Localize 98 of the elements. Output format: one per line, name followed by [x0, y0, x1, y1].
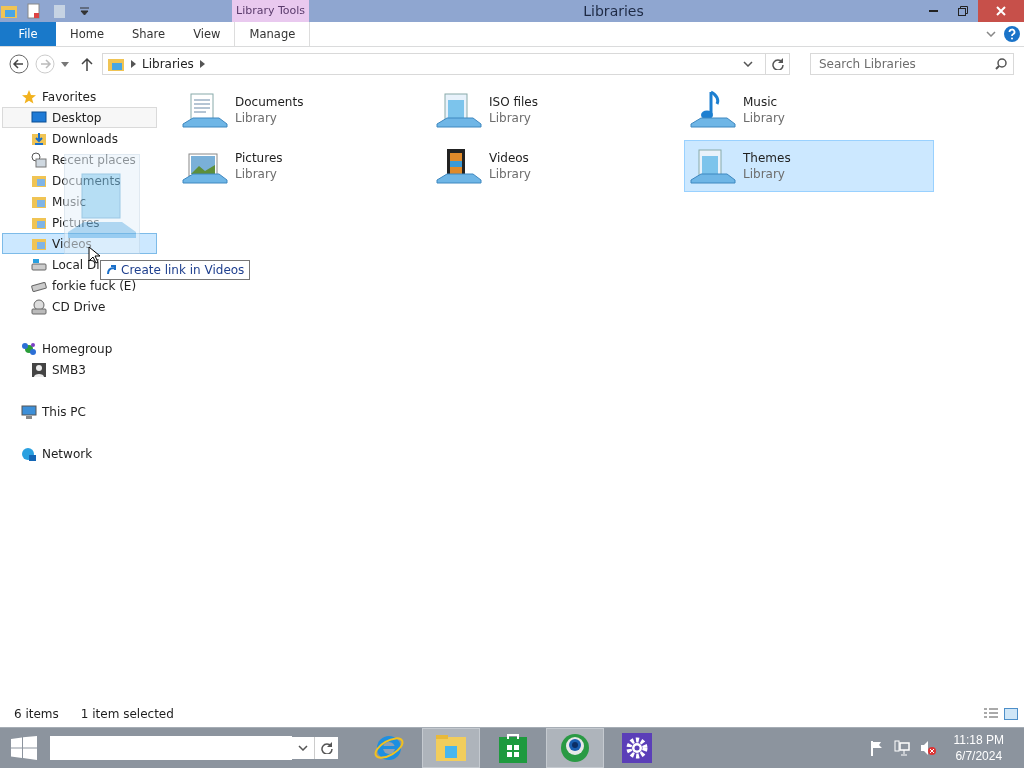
- chevron-down-icon: [743, 61, 753, 67]
- download-folder-icon: [31, 130, 47, 147]
- up-button[interactable]: [81, 57, 93, 71]
- user-icon: [31, 361, 47, 378]
- library-item[interactable]: Themes Library: [684, 140, 934, 192]
- ribbon-tab[interactable]: View: [179, 22, 235, 46]
- library-name: Pictures: [235, 151, 283, 165]
- item-count: 6 items: [14, 707, 59, 721]
- nav-item[interactable]: SMB3: [2, 359, 157, 380]
- chevron-down-icon: [986, 31, 996, 37]
- back-button[interactable]: [9, 54, 29, 74]
- search-icon: [995, 58, 1007, 70]
- library-name: Themes: [743, 151, 791, 165]
- library-icon: [689, 146, 737, 186]
- large-icons-view-icon: [1004, 708, 1018, 720]
- window-title: Libraries: [582, 2, 645, 21]
- close-button[interactable]: [978, 0, 1024, 22]
- globe-app-icon: [560, 733, 590, 763]
- nav-group[interactable]: Homegroup: [2, 338, 157, 359]
- library-item[interactable]: Documents Library: [176, 84, 426, 136]
- breadcrumb-item[interactable]: Libraries: [142, 57, 194, 71]
- video-library-icon: [435, 146, 483, 186]
- library-name: Music: [743, 95, 779, 109]
- large-icons-view-button[interactable]: [1004, 708, 1018, 720]
- nav-item[interactable]: Pictures: [2, 212, 157, 233]
- taskbar-app[interactable]: [546, 728, 604, 768]
- clock-date: 6/7/2024: [954, 748, 1004, 764]
- nav-item[interactable]: Music: [2, 191, 157, 212]
- library-type: Library: [743, 167, 786, 181]
- library-name: Videos: [489, 151, 530, 165]
- music-library-icon: [689, 90, 737, 130]
- minimize-icon: [928, 10, 938, 12]
- nav-group[interactable]: Network: [2, 443, 157, 464]
- library-item[interactable]: Pictures Library: [176, 140, 426, 192]
- nav-item[interactable]: Desktop: [2, 107, 157, 128]
- up-arrow-icon: [81, 57, 93, 71]
- store-bag-icon: [499, 733, 527, 763]
- ribbon-tab[interactable]: Home: [56, 22, 118, 46]
- network-status-icon: [893, 740, 910, 756]
- windows-logo-icon: [11, 736, 37, 760]
- document-icon: [27, 3, 41, 19]
- close-icon: [996, 6, 1006, 16]
- document-library-icon: [181, 90, 229, 130]
- settings-icon: [622, 733, 652, 763]
- dropdown-arrow-icon: [79, 7, 89, 15]
- library-item[interactable]: ISO files Library: [430, 84, 680, 136]
- details-view-button[interactable]: [984, 708, 998, 720]
- expand-ribbon-button[interactable]: [986, 31, 996, 37]
- library-name: Documents: [235, 95, 304, 109]
- refresh-icon: [771, 58, 784, 70]
- drag-tooltip: Create link in Videos: [100, 260, 251, 280]
- chevron-down-icon: [298, 745, 308, 751]
- shortcut-arrow-icon: [106, 265, 116, 275]
- computer-icon: [21, 403, 37, 420]
- libraries-folder-icon: [107, 56, 125, 72]
- chevron-right-icon: [131, 60, 136, 68]
- caret-icon: [61, 61, 69, 67]
- restore-icon: [958, 6, 968, 16]
- homegroup-icon: [21, 340, 37, 357]
- contextual-tab-group-label: Library Tools: [232, 0, 310, 22]
- library-type: Library: [489, 167, 531, 181]
- library-type: Library: [235, 167, 278, 181]
- recent-locations-button[interactable]: [61, 61, 69, 67]
- search-field[interactable]: Search Libraries: [810, 53, 1014, 75]
- details-view-icon: [984, 708, 998, 720]
- disk-drive-icon: [31, 256, 47, 273]
- nav-group[interactable]: This PC: [2, 401, 157, 422]
- refresh-icon: [320, 742, 333, 754]
- library-name: ISO files: [489, 95, 538, 109]
- ribbon-tab[interactable]: File: [0, 22, 56, 46]
- nav-item[interactable]: CD Drive: [2, 296, 157, 317]
- library-type: Library: [743, 111, 785, 125]
- help-button[interactable]: [1004, 26, 1020, 42]
- address-bar[interactable]: Libraries: [102, 53, 790, 75]
- library-type: Library: [235, 111, 278, 125]
- ribbon-tab[interactable]: Manage: [234, 22, 311, 46]
- network-icon: [21, 445, 37, 462]
- clock-time: 11:18 PM: [953, 732, 1004, 748]
- recent-places-icon: [31, 151, 47, 168]
- nav-item[interactable]: Downloads: [2, 128, 157, 149]
- library-item[interactable]: Videos Library: [430, 140, 680, 192]
- chevron-right-icon: [199, 60, 205, 68]
- desktop-icon: [31, 109, 47, 126]
- star-icon: [21, 88, 37, 105]
- folder-icon: [0, 3, 18, 19]
- action-center-flag-icon: [869, 740, 884, 756]
- library-item[interactable]: Music Library: [684, 84, 934, 136]
- nav-group[interactable]: Favorites: [2, 86, 157, 107]
- taskbar-search-field[interactable]: [50, 736, 292, 760]
- file-explorer-icon: [435, 734, 467, 762]
- library-icon: [435, 90, 483, 130]
- ribbon-tab[interactable]: Share: [117, 22, 180, 46]
- library-type: Library: [489, 111, 532, 125]
- cd-drive-icon: [31, 298, 47, 315]
- muted-speaker-icon: [919, 740, 936, 756]
- help-icon: [1004, 26, 1020, 42]
- folder-icon: [53, 3, 67, 19]
- selection-count: 1 item selected: [80, 707, 174, 721]
